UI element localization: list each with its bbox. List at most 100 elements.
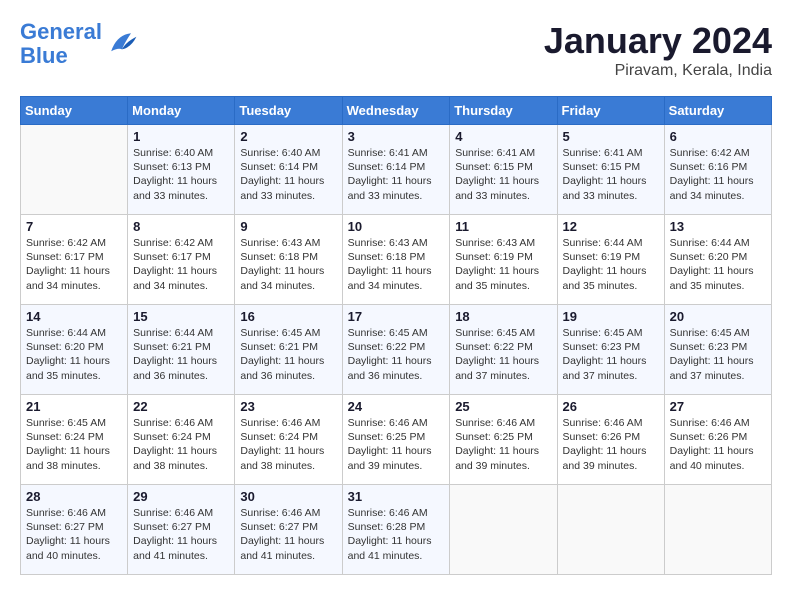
day-info: Sunrise: 6:44 AMSunset: 6:21 PMDaylight:… — [133, 326, 229, 383]
day-info: Sunrise: 6:41 AMSunset: 6:15 PMDaylight:… — [563, 146, 659, 203]
day-number: 18 — [455, 309, 551, 324]
day-info: Sunrise: 6:45 AMSunset: 6:21 PMDaylight:… — [240, 326, 336, 383]
day-info: Sunrise: 6:46 AMSunset: 6:28 PMDaylight:… — [348, 506, 445, 563]
day-number: 30 — [240, 489, 336, 504]
day-info: Sunrise: 6:40 AMSunset: 6:13 PMDaylight:… — [133, 146, 229, 203]
day-info: Sunrise: 6:41 AMSunset: 6:14 PMDaylight:… — [348, 146, 445, 203]
calendar-cell: 29Sunrise: 6:46 AMSunset: 6:27 PMDayligh… — [128, 485, 235, 575]
weekday-header-row: SundayMondayTuesdayWednesdayThursdayFrid… — [21, 97, 772, 125]
day-info: Sunrise: 6:46 AMSunset: 6:25 PMDaylight:… — [348, 416, 445, 473]
day-number: 29 — [133, 489, 229, 504]
day-number: 6 — [670, 129, 766, 144]
day-number: 11 — [455, 219, 551, 234]
day-info: Sunrise: 6:45 AMSunset: 6:24 PMDaylight:… — [26, 416, 122, 473]
calendar-cell: 8Sunrise: 6:42 AMSunset: 6:17 PMDaylight… — [128, 215, 235, 305]
calendar-cell: 30 Sunrise: 6:46 AMSunset: 6:27 PMDayligh… — [235, 485, 342, 575]
main-title: January 2024 — [544, 20, 772, 62]
subtitle: Piravam, Kerala, India — [544, 62, 772, 80]
day-number: 24 — [348, 399, 445, 414]
day-number: 12 — [563, 219, 659, 234]
calendar-table: SundayMondayTuesdayWednesdayThursdayFrid… — [20, 96, 772, 575]
calendar-cell: 9Sunrise: 6:43 AMSunset: 6:18 PMDaylight… — [235, 215, 342, 305]
calendar-cell: 10Sunrise: 6:43 AMSunset: 6:18 PMDayligh… — [342, 215, 450, 305]
calendar-cell: 6 Sunrise: 6:42 AMSunset: 6:16 PMDaylight… — [664, 125, 771, 215]
weekday-header-thursday: Thursday — [450, 97, 557, 125]
calendar-cell: 25 Sunrise: 6:46 AMSunset: 6:25 PMDayligh… — [450, 395, 557, 485]
day-info: Sunrise: 6:46 AMSunset: 6:27 PMDaylight:… — [26, 506, 122, 563]
day-number: 25 — [455, 399, 551, 414]
day-number: 19 — [563, 309, 659, 324]
calendar-cell: 20 Sunrise: 6:45 AMSunset: 6:23 PMDayligh… — [664, 305, 771, 395]
day-info: Sunrise: 6:42 AMSunset: 6:17 PMDaylight:… — [26, 236, 122, 293]
day-number: 27 — [670, 399, 766, 414]
day-number: 4 — [455, 129, 551, 144]
calendar-cell: 13Sunrise: 6:44 AMSunset: 6:20 PMDayligh… — [664, 215, 771, 305]
calendar-cell: 3 Sunrise: 6:41 AMSunset: 6:14 PMDaylight… — [342, 125, 450, 215]
weekday-header-saturday: Saturday — [664, 97, 771, 125]
calendar-week-row: 14 Sunrise: 6:44 AMSunset: 6:20 PMDayligh… — [21, 305, 772, 395]
calendar-cell: 4 Sunrise: 6:41 AMSunset: 6:15 PMDaylight… — [450, 125, 557, 215]
day-number: 3 — [348, 129, 445, 144]
day-number: 5 — [563, 129, 659, 144]
page-header: General Blue January 2024 Piravam, Keral… — [20, 20, 772, 80]
calendar-week-row: 1Sunrise: 6:40 AMSunset: 6:13 PMDaylight… — [21, 125, 772, 215]
day-info: Sunrise: 6:46 AMSunset: 6:27 PMDaylight:… — [240, 506, 336, 563]
day-info: Sunrise: 6:43 AMSunset: 6:18 PMDaylight:… — [348, 236, 445, 293]
day-number: 23 — [240, 399, 336, 414]
calendar-cell: 27Sunrise: 6:46 AMSunset: 6:26 PMDayligh… — [664, 395, 771, 485]
day-info: Sunrise: 6:44 AMSunset: 6:20 PMDaylight:… — [26, 326, 122, 383]
day-info: Sunrise: 6:42 AMSunset: 6:16 PMDaylight:… — [670, 146, 766, 203]
day-info: Sunrise: 6:44 AMSunset: 6:19 PMDaylight:… — [563, 236, 659, 293]
day-number: 9 — [240, 219, 336, 234]
calendar-cell: 7 Sunrise: 6:42 AMSunset: 6:17 PMDaylight… — [21, 215, 128, 305]
calendar-cell: 12 Sunrise: 6:44 AMSunset: 6:19 PMDayligh… — [557, 215, 664, 305]
day-number: 20 — [670, 309, 766, 324]
weekday-header-tuesday: Tuesday — [235, 97, 342, 125]
day-info: Sunrise: 6:46 AMSunset: 6:24 PMDaylight:… — [240, 416, 336, 473]
day-info: Sunrise: 6:42 AMSunset: 6:17 PMDaylight:… — [133, 236, 229, 293]
calendar-week-row: 7 Sunrise: 6:42 AMSunset: 6:17 PMDaylight… — [21, 215, 772, 305]
calendar-cell — [557, 485, 664, 575]
calendar-cell: 22 Sunrise: 6:46 AMSunset: 6:24 PMDayligh… — [128, 395, 235, 485]
day-number: 14 — [26, 309, 122, 324]
calendar-cell: 5 Sunrise: 6:41 AMSunset: 6:15 PMDaylight… — [557, 125, 664, 215]
day-number: 13 — [670, 219, 766, 234]
calendar-cell: 16Sunrise: 6:45 AMSunset: 6:21 PMDayligh… — [235, 305, 342, 395]
weekday-header-monday: Monday — [128, 97, 235, 125]
calendar-cell: 1Sunrise: 6:40 AMSunset: 6:13 PMDaylight… — [128, 125, 235, 215]
day-number: 2 — [240, 129, 336, 144]
day-number: 15 — [133, 309, 229, 324]
logo-text: General Blue — [20, 19, 102, 68]
calendar-cell: 14 Sunrise: 6:44 AMSunset: 6:20 PMDayligh… — [21, 305, 128, 395]
day-info: Sunrise: 6:45 AMSunset: 6:23 PMDaylight:… — [670, 326, 766, 383]
day-info: Sunrise: 6:43 AMSunset: 6:19 PMDaylight:… — [455, 236, 551, 293]
day-info: Sunrise: 6:46 AMSunset: 6:25 PMDaylight:… — [455, 416, 551, 473]
day-info: Sunrise: 6:45 AMSunset: 6:22 PMDaylight:… — [348, 326, 445, 383]
calendar-cell: 28Sunrise: 6:46 AMSunset: 6:27 PMDayligh… — [21, 485, 128, 575]
calendar-cell: 21 Sunrise: 6:45 AMSunset: 6:24 PMDayligh… — [21, 395, 128, 485]
day-info: Sunrise: 6:41 AMSunset: 6:15 PMDaylight:… — [455, 146, 551, 203]
calendar-week-row: 21 Sunrise: 6:45 AMSunset: 6:24 PMDayligh… — [21, 395, 772, 485]
calendar-cell — [664, 485, 771, 575]
weekday-header-wednesday: Wednesday — [342, 97, 450, 125]
logo-bird-icon — [104, 26, 140, 62]
logo-general: General — [20, 19, 102, 44]
calendar-cell: 15 Sunrise: 6:44 AMSunset: 6:21 PMDayligh… — [128, 305, 235, 395]
calendar-cell: 17 Sunrise: 6:45 AMSunset: 6:22 PMDayligh… — [342, 305, 450, 395]
day-info: Sunrise: 6:40 AMSunset: 6:14 PMDaylight:… — [240, 146, 336, 203]
calendar-cell: 31 Sunrise: 6:46 AMSunset: 6:28 PMDayligh… — [342, 485, 450, 575]
day-number: 7 — [26, 219, 122, 234]
day-number: 31 — [348, 489, 445, 504]
day-number: 22 — [133, 399, 229, 414]
calendar-cell: 23 Sunrise: 6:46 AMSunset: 6:24 PMDayligh… — [235, 395, 342, 485]
day-number: 21 — [26, 399, 122, 414]
day-info: Sunrise: 6:45 AMSunset: 6:23 PMDaylight:… — [563, 326, 659, 383]
day-info: Sunrise: 6:46 AMSunset: 6:26 PMDaylight:… — [563, 416, 659, 473]
weekday-header-sunday: Sunday — [21, 97, 128, 125]
weekday-header-friday: Friday — [557, 97, 664, 125]
logo: General Blue — [20, 20, 140, 68]
day-number: 17 — [348, 309, 445, 324]
calendar-cell: 18Sunrise: 6:45 AMSunset: 6:22 PMDayligh… — [450, 305, 557, 395]
day-info: Sunrise: 6:46 AMSunset: 6:24 PMDaylight:… — [133, 416, 229, 473]
calendar-cell: 19 Sunrise: 6:45 AMSunset: 6:23 PMDayligh… — [557, 305, 664, 395]
